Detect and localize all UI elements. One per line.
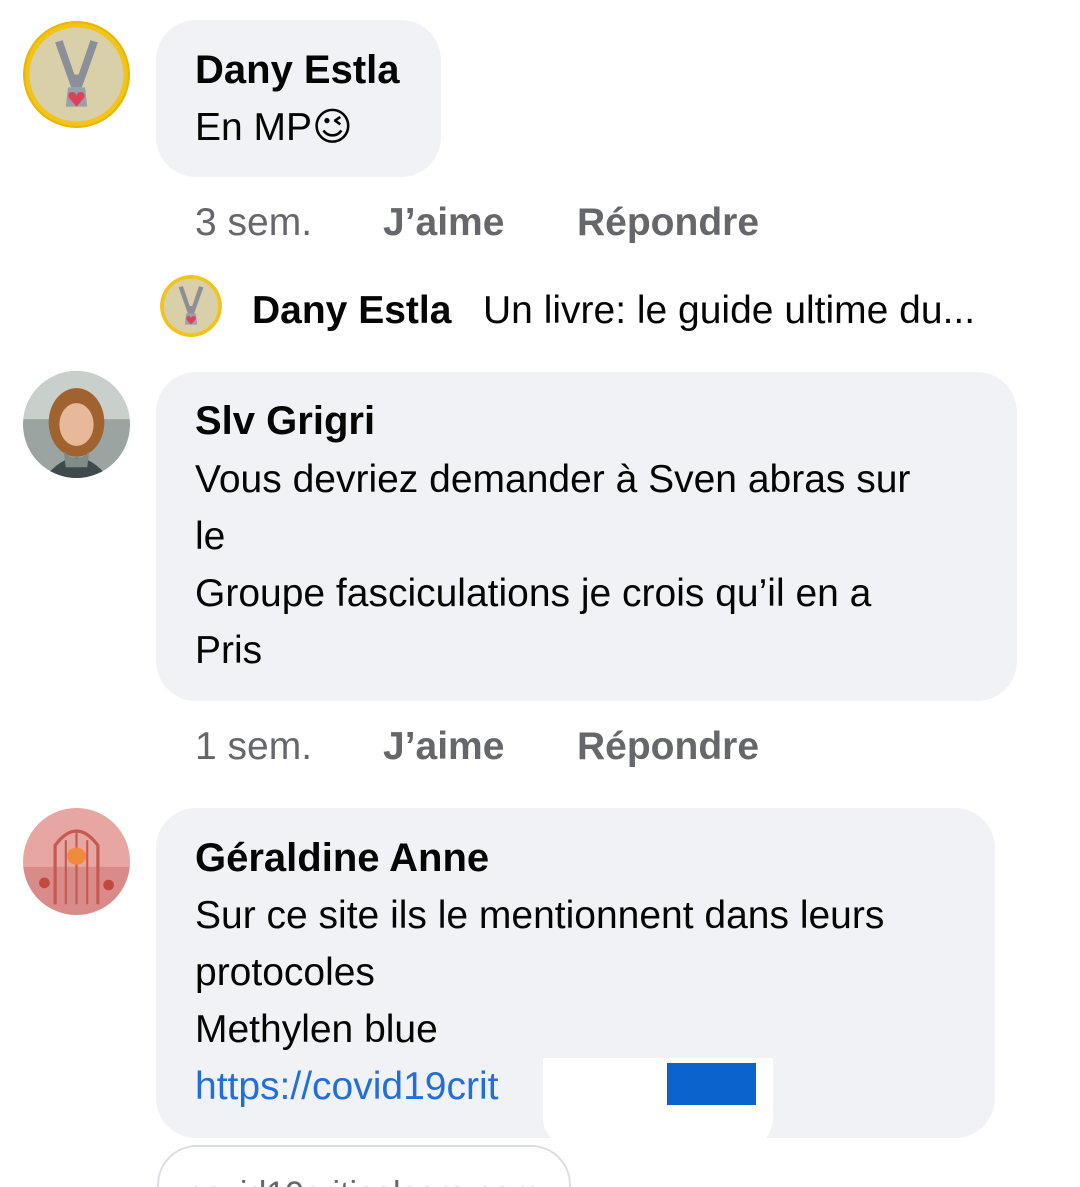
comment-author[interactable]: Géraldine Anne bbox=[195, 835, 489, 881]
comment-text-line: Groupe fasciculations je crois qu’il en … bbox=[195, 572, 872, 615]
comment-author[interactable]: Dany Estla bbox=[195, 47, 400, 93]
reply-preview-text[interactable]: Un livre: le guide ultime du... bbox=[483, 288, 975, 334]
comment-text-line: Vous devriez demander à Sven abras sur bbox=[195, 458, 911, 501]
avatar-geraldine-anne[interactable] bbox=[23, 808, 130, 915]
comments-thread: Dany Estla En MP😉 3 sem. J’aime Répondre… bbox=[0, 0, 1080, 1187]
comment-text-body: En MP bbox=[195, 106, 313, 149]
avatar-image bbox=[23, 371, 130, 478]
avatar-slv-grigri[interactable] bbox=[23, 371, 130, 478]
comment-text-line: le bbox=[195, 515, 226, 558]
comment-time[interactable]: 1 sem. bbox=[195, 724, 312, 770]
comment-link[interactable]: https://covid19crit bbox=[195, 1058, 498, 1115]
reply-avatar-dany-estla[interactable] bbox=[160, 275, 222, 337]
like-button[interactable]: J’aime bbox=[383, 200, 504, 246]
comment-text-line: Pris bbox=[195, 629, 263, 672]
redaction-block bbox=[667, 1063, 756, 1105]
comment-text-line: Methylen blue bbox=[195, 1008, 438, 1051]
avatar-dany-estla[interactable] bbox=[23, 21, 130, 128]
like-button[interactable]: J’aime bbox=[383, 724, 504, 770]
comment-time[interactable]: 3 sem. bbox=[195, 200, 312, 246]
link-preview-card[interactable]: covid19criticalcare.com bbox=[157, 1145, 571, 1187]
reply-button[interactable]: Répondre bbox=[577, 200, 759, 246]
reply-preview-author[interactable]: Dany Estla bbox=[252, 288, 451, 334]
comment-author[interactable]: Slv Grigri bbox=[195, 398, 375, 444]
reply-button[interactable]: Répondre bbox=[577, 724, 759, 770]
comment-text-line: protocoles bbox=[195, 951, 375, 994]
link-preview-domain: covid19criticalcare.com bbox=[187, 1175, 540, 1187]
comment-link-text[interactable]: https://covid19crit bbox=[195, 1065, 498, 1108]
comment-text: En MP😉 bbox=[195, 99, 353, 156]
wink-emoji-icon: 😉 bbox=[312, 105, 353, 150]
avatar-image bbox=[160, 275, 222, 337]
avatar-image bbox=[23, 21, 130, 128]
comment-text-line: Sur ce site ils le mentionnent dans leur… bbox=[195, 894, 885, 937]
avatar-image bbox=[23, 808, 130, 915]
